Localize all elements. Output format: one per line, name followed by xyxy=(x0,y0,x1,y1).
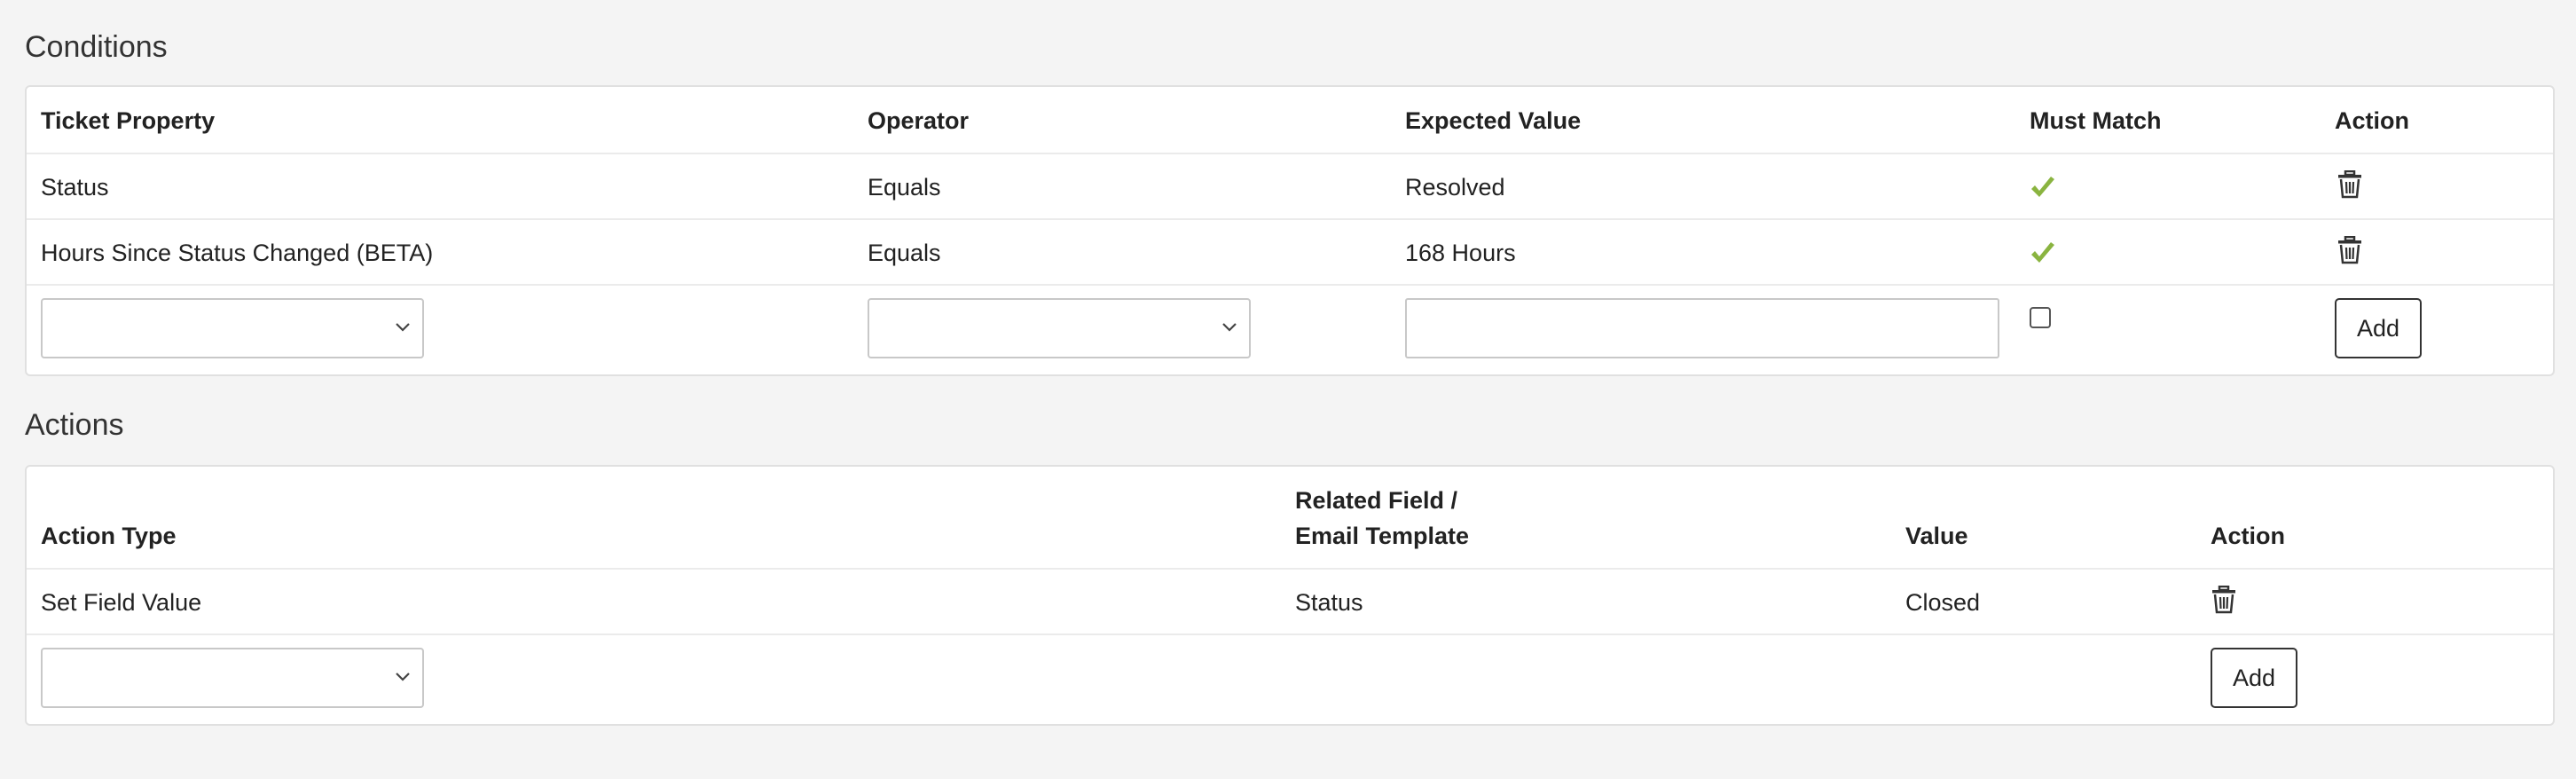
actions-table: Action Type Related Field / Email Templa… xyxy=(25,465,2555,726)
operator-select[interactable] xyxy=(868,298,1251,358)
conditions-table: Ticket Property Operator Expected Value … xyxy=(25,85,2555,376)
actions-header-row: Action Type Related Field / Email Templa… xyxy=(27,467,2553,570)
chevron-down-icon xyxy=(396,323,410,332)
condition-operator: Equals xyxy=(868,174,941,201)
header-ticket-property: Ticket Property xyxy=(41,107,216,134)
header-action: Action xyxy=(2335,107,2409,134)
condition-property: Hours Since Status Changed (BETA) xyxy=(41,240,434,266)
table-row: Status Equals Resolved xyxy=(27,154,2553,220)
header-action-type: Action Type xyxy=(41,523,177,549)
trash-icon[interactable] xyxy=(2211,586,2237,614)
ticket-property-select[interactable] xyxy=(41,298,424,358)
action-type: Set Field Value xyxy=(41,589,202,616)
check-icon xyxy=(2031,177,2054,197)
add-condition-button[interactable]: Add xyxy=(2335,298,2422,358)
action-value: Closed xyxy=(1905,589,1981,616)
header-related-field-line2: Email Template xyxy=(1295,523,1470,549)
workflow-rule-page: Conditions Ticket Property Operator Expe… xyxy=(0,0,2576,779)
condition-expected-value: Resolved xyxy=(1405,174,1505,201)
action-type-select[interactable] xyxy=(41,648,424,708)
header-operator: Operator xyxy=(868,107,970,134)
condition-expected-value: 168 Hours xyxy=(1405,240,1516,266)
trash-icon[interactable] xyxy=(2336,236,2363,264)
conditions-header-row: Ticket Property Operator Expected Value … xyxy=(27,87,2553,154)
must-match-checkbox[interactable] xyxy=(2030,307,2051,328)
chevron-down-icon xyxy=(1222,323,1237,332)
check-icon xyxy=(2031,242,2054,263)
add-action-button[interactable]: Add xyxy=(2211,648,2297,708)
actions-title: Actions xyxy=(25,408,124,442)
chevron-down-icon xyxy=(396,673,410,681)
condition-operator: Equals xyxy=(868,240,941,266)
trash-icon[interactable] xyxy=(2336,170,2363,199)
header-action: Action xyxy=(2211,523,2285,549)
action-related-field: Status xyxy=(1295,589,1363,616)
header-related-field-line1: Related Field / xyxy=(1295,487,1458,514)
expected-value-input[interactable] xyxy=(1405,298,1999,358)
new-condition-row: Add xyxy=(27,286,2553,374)
new-action-row: Add xyxy=(27,635,2553,724)
condition-property: Status xyxy=(41,174,109,201)
header-value: Value xyxy=(1905,523,1968,549)
header-must-match: Must Match xyxy=(2030,107,2162,134)
header-expected-value: Expected Value xyxy=(1405,107,1582,134)
table-row: Set Field Value Status Closed xyxy=(27,570,2553,635)
table-row: Hours Since Status Changed (BETA) Equals… xyxy=(27,220,2553,286)
conditions-title: Conditions xyxy=(25,30,168,64)
